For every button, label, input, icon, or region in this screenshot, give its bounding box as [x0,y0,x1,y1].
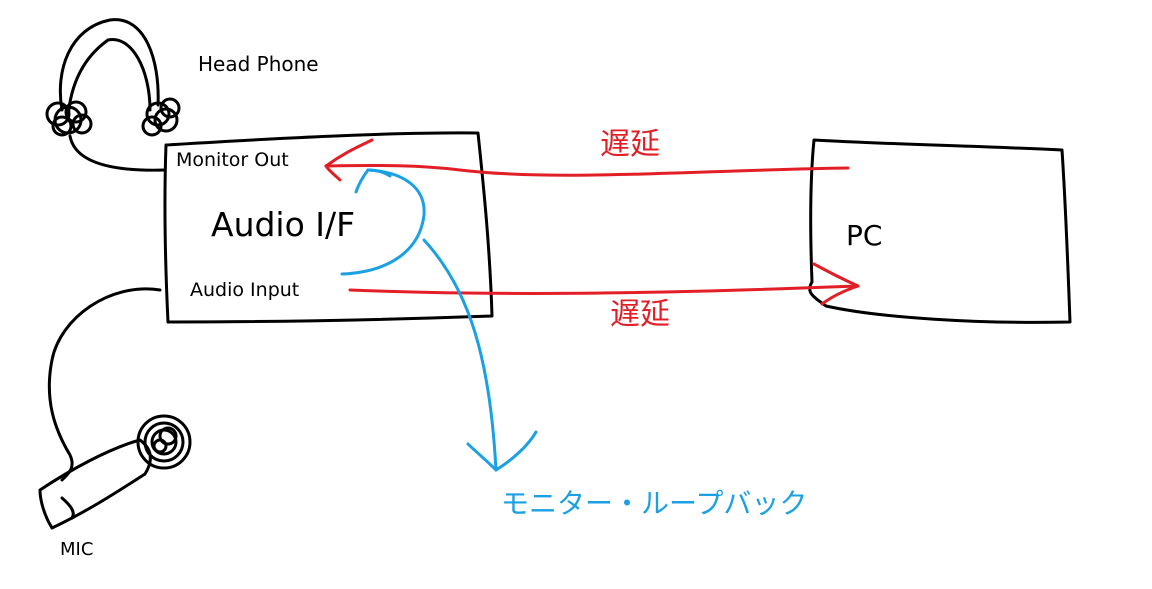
delay-path-to-monitor [324,138,850,182]
loopback-label: モニター・ループバック [501,487,808,520]
mic-label: MIC [60,539,94,560]
pc-label: PC [846,219,883,252]
delay-label-bottom: 遅延 [610,297,670,332]
audio-if-label: Audio I/F [211,205,356,244]
audio-input-label: Audio Input [190,279,300,301]
microphone-icon [38,287,192,530]
delay-path-to-pc [348,262,860,306]
monitor-out-label: Monitor Out [176,149,289,171]
diagram-canvas: Head Phone Monitor Out Audio I/F Audio I… [0,0,1152,589]
delay-label-top: 遅延 [600,127,660,162]
headphone-label: Head Phone [198,52,319,76]
headphone-icon [45,18,181,172]
